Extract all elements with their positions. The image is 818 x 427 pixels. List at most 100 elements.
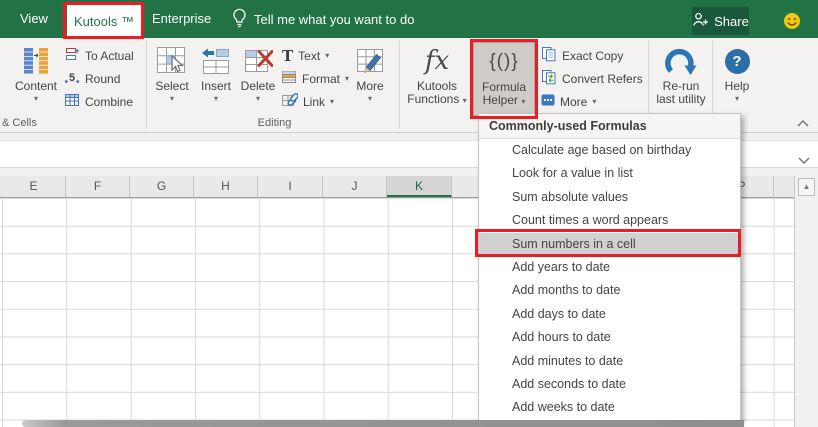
formula-helper-button[interactable]: {()} Formula Helper ▾ (473, 42, 535, 116)
menu-item-add-weeks[interactable]: Add weeks to date (479, 396, 740, 419)
chevron-down-icon: ▾ (33, 94, 38, 103)
format-button[interactable]: Format ▾ (281, 68, 349, 89)
tab-view[interactable]: View (20, 0, 48, 38)
column-header-i[interactable]: I (258, 176, 323, 197)
group-separator (399, 41, 400, 129)
chevron-down-icon: ▾ (592, 97, 597, 106)
delete-label: Delete (240, 79, 276, 93)
combine-button[interactable]: Combine (64, 91, 133, 112)
column-header-h[interactable]: H (194, 176, 258, 197)
rerun-last-utility-button[interactable]: Re-run last utility (652, 42, 710, 118)
column-header-j[interactable]: J (323, 176, 387, 197)
more-kutools-button[interactable]: More ▾ (541, 91, 596, 112)
tab-kutools[interactable]: Kutools ™ (67, 5, 141, 38)
text-label: Text (298, 48, 321, 63)
chevron-down-icon: ▾ (734, 94, 739, 103)
menu-header-commonly-used-formulas: Commonly-used Formulas (479, 114, 740, 139)
combine-icon (64, 92, 80, 111)
round-button[interactable]: 5 Round (64, 68, 120, 89)
lightbulb-icon (232, 7, 247, 31)
question-mark-glyph: ? (724, 48, 750, 74)
format-icon (281, 69, 297, 88)
formula-helper-label-2-text: Helper (482, 93, 518, 107)
content-label: Content (14, 79, 58, 93)
share-label: Share (714, 13, 749, 29)
insert-label: Insert (200, 79, 231, 93)
chevron-down-icon: ▾ (367, 94, 372, 103)
chevron-down-icon: ▾ (330, 97, 335, 106)
exact-copy-icon (541, 46, 557, 65)
edit-grid-pencil-icon (355, 42, 385, 80)
menu-item-sum-numbers-in-cell[interactable]: Sum numbers in a cell (479, 232, 740, 256)
menu-item-look-for-value[interactable]: Look for a value in list (479, 162, 740, 185)
group-separator (146, 41, 147, 129)
menu-item-add-years[interactable]: Add years to date (479, 256, 740, 279)
text-icon: T (282, 46, 294, 65)
menu-item-add-days[interactable]: Add days to date (479, 303, 740, 326)
delete-icon (243, 42, 273, 80)
help-button[interactable]: ? Help ▾ (716, 42, 758, 118)
to-actual-icon (64, 46, 80, 65)
cells-group-label: & Cells (2, 117, 37, 129)
tell-me-box[interactable]: Tell me what you want to do (232, 0, 414, 38)
column-header-g[interactable]: G (130, 176, 194, 197)
help-label: Help (724, 79, 750, 93)
column-header-e[interactable]: E (2, 176, 66, 197)
kutools-functions-button[interactable]: fx Kutools Functions ▾ (404, 42, 470, 118)
convert-refers-button[interactable]: Convert Refers (541, 68, 643, 89)
link-icon (281, 92, 299, 111)
more-ellipsis-icon (541, 93, 555, 110)
chevron-down-icon: ▾ (169, 94, 174, 103)
menu-item-calculate-age[interactable]: Calculate age based on birthday (479, 139, 740, 162)
format-label: Format (302, 71, 341, 86)
chevron-down-icon: ▾ (462, 96, 467, 105)
formula-helper-label-2: Helper ▾ (483, 94, 526, 108)
formula-helper-icon: {()} (489, 51, 519, 72)
round-icon: 5 (64, 69, 80, 88)
rerun-label-2: last utility (656, 92, 706, 106)
more-editing-button[interactable]: More ▾ (346, 42, 394, 118)
column-header-k-selected[interactable]: K (387, 176, 452, 197)
menu-item-add-hours[interactable]: Add hours to date (479, 326, 740, 349)
tell-me-label: Tell me what you want to do (254, 11, 415, 27)
formula-bar-expand-icon[interactable] (798, 151, 810, 169)
menu-item-sum-absolute-values[interactable]: Sum absolute values (479, 186, 740, 209)
menu-item-add-minutes[interactable]: Add minutes to date (479, 350, 740, 373)
svg-text:5: 5 (69, 72, 75, 84)
vertical-scrollbar[interactable]: ▲ (794, 176, 818, 427)
tab-enterprise[interactable]: Enterprise (152, 0, 211, 38)
insert-icon (201, 42, 231, 80)
exact-copy-button[interactable]: Exact Copy (541, 45, 623, 66)
editing-group-label: Editing (257, 117, 292, 129)
convert-refers-icon (541, 69, 557, 88)
content-button[interactable]: Content ▾ (10, 42, 62, 118)
delete-button[interactable]: Delete ▾ (237, 42, 279, 118)
content-icon (21, 42, 51, 80)
excel-window: View Kutools ™ Enterprise Tell me what y… (0, 0, 818, 427)
menu-item-count-times-word[interactable]: Count times a word appears (479, 209, 740, 232)
more-editing-label: More (356, 79, 384, 93)
text-button[interactable]: T Text ▾ (282, 45, 329, 66)
kutools-functions-label-2: Functions ▾ (407, 93, 466, 107)
kutools-functions-label-2-text: Functions (407, 92, 460, 106)
column-header-f[interactable]: F (66, 176, 130, 197)
help-question-icon: ? (724, 42, 750, 80)
fx-icon: fx (424, 46, 450, 76)
share-person-icon (692, 11, 709, 31)
insert-button[interactable]: Insert ▾ (196, 42, 236, 118)
scroll-up-button[interactable]: ▲ (798, 178, 815, 196)
exact-copy-label: Exact Copy (562, 48, 624, 63)
horizontal-scrollbar[interactable] (22, 420, 744, 427)
collapse-ribbon-icon[interactable] (797, 114, 809, 132)
convert-refers-label: Convert Refers (562, 71, 643, 86)
scroll-up-icon: ▲ (802, 182, 811, 191)
smiley-icon[interactable] (783, 12, 801, 30)
share-button[interactable]: Share (692, 7, 749, 35)
menu-item-add-months[interactable]: Add months to date (479, 279, 740, 302)
menu-item-add-seconds[interactable]: Add seconds to date (479, 373, 740, 396)
select-button[interactable]: Select ▾ (150, 42, 194, 118)
link-button[interactable]: Link ▾ (281, 91, 334, 112)
chevron-down-icon: ▾ (213, 94, 218, 103)
to-actual-button[interactable]: To Actual (64, 45, 134, 66)
chevron-down-icon: ▾ (521, 97, 526, 106)
